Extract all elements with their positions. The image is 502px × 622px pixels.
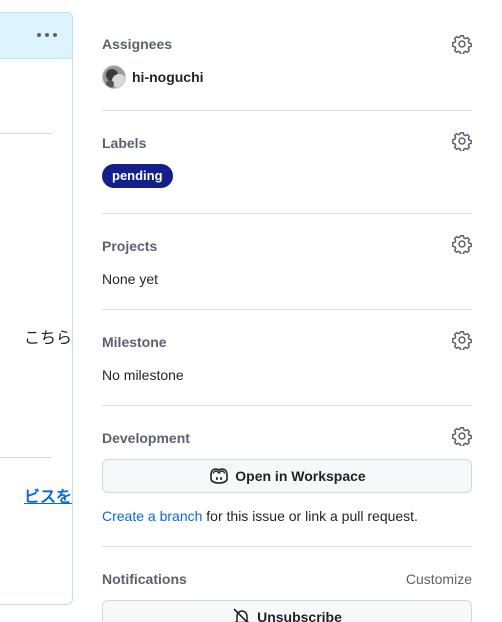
development-hint-text: for this issue or link a pull request.	[202, 508, 418, 524]
assignee-name: hi-noguchi	[132, 69, 204, 85]
assignees-settings-button[interactable]	[452, 34, 472, 54]
section-divider	[102, 546, 472, 547]
comment-link-fragment[interactable]: ビスを	[24, 489, 72, 506]
section-divider	[102, 110, 472, 111]
create-branch-link[interactable]: Create a branch	[102, 508, 202, 524]
milestone-value: No milestone	[102, 367, 184, 383]
bell-slash-icon	[233, 608, 250, 622]
comment-card: こちら ビスを	[0, 12, 73, 605]
kebab-horizontal-icon	[37, 33, 57, 37]
gear-icon	[452, 132, 472, 151]
open-in-workspace-button[interactable]: Open in Workspace	[102, 459, 472, 493]
labels-title: Labels	[102, 135, 147, 151]
assignee-entry[interactable]: hi-noguchi	[102, 65, 204, 89]
labels-settings-button[interactable]	[452, 131, 472, 151]
comment-text-fragment: こちら	[23, 330, 72, 347]
projects-title: Projects	[102, 238, 158, 254]
gear-icon	[452, 427, 472, 446]
projects-value: None yet	[102, 271, 159, 287]
label-pending[interactable]: pending	[102, 164, 173, 188]
gear-icon	[452, 35, 472, 54]
notifications-title: Notifications	[102, 571, 187, 587]
copilot-icon	[210, 468, 229, 484]
comment-options-button[interactable]	[34, 24, 60, 46]
development-settings-button[interactable]	[452, 426, 472, 446]
assignees-title: Assignees	[102, 36, 173, 52]
comment-link-line: ビスを	[24, 483, 72, 507]
comment-header	[0, 13, 72, 59]
milestone-settings-button[interactable]	[452, 330, 472, 350]
section-divider	[102, 405, 472, 406]
milestone-title: Milestone	[102, 334, 167, 350]
gear-icon	[452, 331, 472, 350]
unsubscribe-button[interactable]: Unsubscribe	[102, 600, 472, 622]
customize-notifications-link[interactable]: Customize	[406, 571, 472, 587]
development-hint: Create a branch for this issue or link a…	[102, 508, 418, 524]
gear-icon	[452, 235, 472, 254]
open-in-workspace-label: Open in Workspace	[235, 468, 366, 484]
section-divider	[102, 309, 472, 310]
development-title: Development	[102, 430, 190, 446]
comment-divider	[0, 133, 52, 134]
unsubscribe-label: Unsubscribe	[257, 609, 342, 622]
section-divider	[102, 213, 472, 214]
projects-settings-button[interactable]	[452, 234, 472, 254]
comment-divider	[0, 457, 52, 458]
issue-page: こちら ビスを Assignees hi-noguchi Labels pend…	[0, 0, 502, 622]
avatar	[102, 65, 126, 89]
